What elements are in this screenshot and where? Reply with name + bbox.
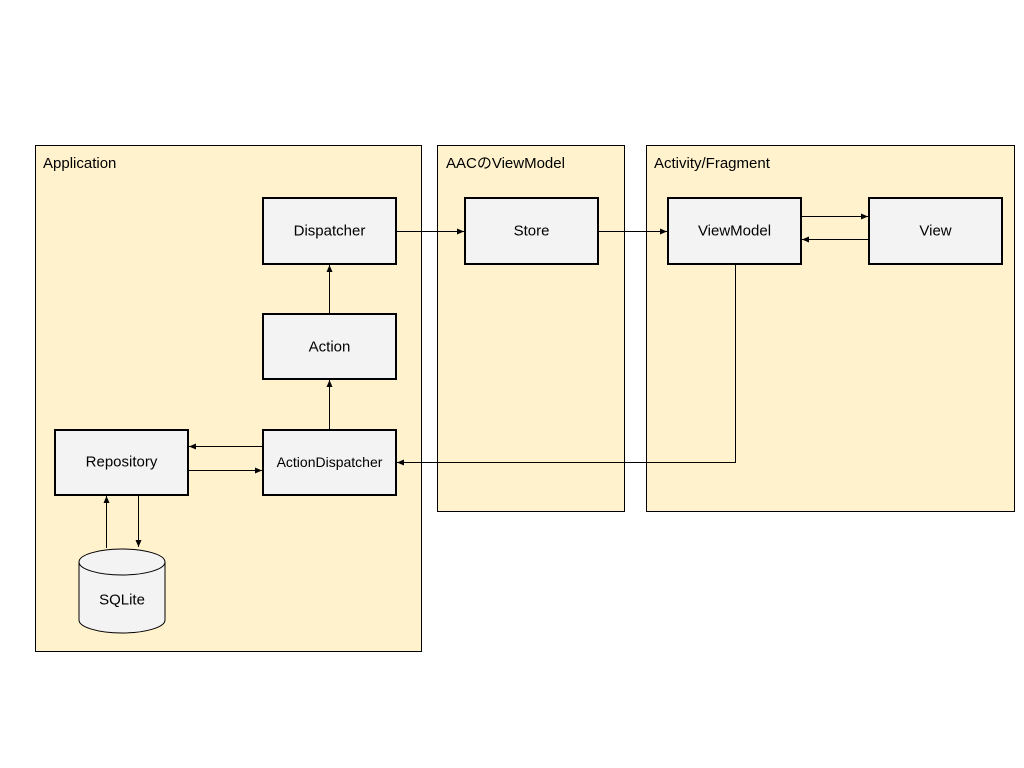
node-store[interactable]: Store (464, 197, 599, 265)
node-dispatcher[interactable]: Dispatcher (262, 197, 397, 265)
node-action[interactable]: Action (262, 313, 397, 380)
node-repository-label: Repository (86, 454, 158, 471)
architecture-diagram: Application AACのViewModel Activity/Fragm… (35, 145, 1015, 652)
node-viewmodel-label: ViewModel (698, 223, 771, 240)
node-view-label: View (919, 223, 951, 240)
node-repository[interactable]: Repository (54, 429, 189, 496)
node-viewmodel[interactable]: ViewModel (667, 197, 802, 265)
node-action-dispatcher-label: ActionDispatcher (277, 454, 383, 470)
node-dispatcher-label: Dispatcher (294, 223, 366, 240)
node-action-label: Action (309, 339, 351, 356)
node-view[interactable]: View (868, 197, 1003, 265)
group-aac-viewmodel-label: AACのViewModel (446, 155, 565, 172)
group-activity-fragment-label: Activity/Fragment (654, 155, 771, 172)
node-action-dispatcher[interactable]: ActionDispatcher (262, 429, 397, 496)
node-sqlite-database[interactable]: SQLite (78, 548, 166, 634)
group-application-label: Application (43, 155, 116, 172)
node-store-label: Store (514, 223, 550, 240)
node-sqlite-label: SQLite (99, 592, 145, 609)
